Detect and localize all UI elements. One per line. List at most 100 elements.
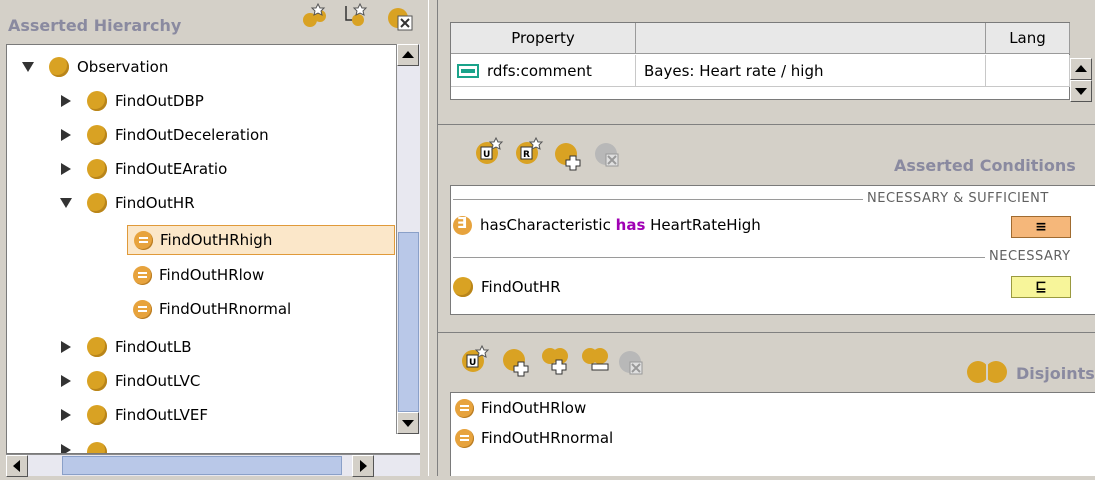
class-icon	[87, 405, 107, 425]
tree-item-label: FindOutLVEF	[115, 406, 209, 424]
scroll-up-button[interactable]	[397, 44, 419, 66]
disjoint-item-findouthrnormal[interactable]: FindOutHRnormal	[455, 423, 613, 453]
conditions-list[interactable]: NECESSARY & SUFFICIENT hasCharacteristic…	[450, 185, 1095, 315]
svg-text:U: U	[469, 358, 476, 368]
arrow-down-icon	[1075, 88, 1087, 95]
add-named-class-icon[interactable]	[554, 142, 584, 172]
tree-item-findoutdbp[interactable]: FindOutDBP	[59, 85, 204, 117]
tree-item-findouthrhigh[interactable]: FindOutHRhigh	[127, 225, 395, 255]
collapsed-arrow-icon[interactable]	[59, 443, 73, 453]
scroll-down-button[interactable]	[1070, 80, 1092, 102]
column-header-lang[interactable]: Lang	[986, 23, 1070, 54]
condition-row-hascharacteristic[interactable]: hasCharacteristic has HeartRateHigh	[453, 210, 761, 240]
property-name: rdfs:comment	[487, 61, 592, 80]
tree-item-findoutdeceleration[interactable]: FindOutDeceleration	[59, 119, 269, 151]
create-sibling-class-icon[interactable]	[340, 2, 368, 28]
collapsed-arrow-icon[interactable]	[59, 162, 73, 176]
create-subclass-icon[interactable]	[300, 2, 328, 28]
tree-vertical-scrollbar[interactable]	[396, 44, 420, 434]
disjoint-item-label: FindOutHRnormal	[481, 429, 614, 447]
expanded-arrow-icon[interactable]	[59, 196, 73, 210]
add-all-siblings-disjoint-icon[interactable]	[540, 346, 572, 378]
section-label-necessary: NECESSARY	[989, 249, 1071, 264]
condition-row-findouthr[interactable]: FindOutHR	[453, 272, 561, 302]
disjoint-classes-icon	[967, 360, 1007, 384]
scroll-right-button[interactable]	[352, 455, 374, 477]
scroll-thumb-horizontal[interactable]	[62, 456, 342, 475]
annotations-table[interactable]: Property Lang rdfs:comment Bayes: Heart …	[450, 22, 1070, 100]
scroll-down-button[interactable]	[397, 412, 419, 434]
tree-item-label: FindOutHRhigh	[160, 231, 273, 249]
tree-item-label: FindOutDeceleration	[115, 126, 269, 144]
condition-label: FindOutHR	[481, 278, 561, 296]
tree-horizontal-scrollbar[interactable]	[6, 454, 420, 477]
tree-item-label: FindOutHRlow	[159, 266, 265, 284]
arrow-up-icon	[1075, 65, 1087, 72]
delete-disjoint-icon	[619, 351, 643, 375]
tree-item-findouteaRatio[interactable]: FindOutEAratio	[59, 153, 227, 185]
scroll-left-button[interactable]	[6, 455, 28, 477]
remove-condition-icon	[595, 143, 619, 167]
split-pane-divider[interactable]	[428, 0, 438, 476]
tree-item-findouthr[interactable]: FindOutHR	[59, 187, 195, 219]
delete-class-icon[interactable]	[386, 6, 414, 32]
defined-class-icon	[455, 428, 474, 448]
tree-item-observation[interactable]: Observation	[21, 51, 168, 83]
defined-class-icon	[455, 398, 474, 418]
tree-item-findoutlb[interactable]: FindOutLB	[59, 331, 192, 363]
tree-item-label: FindOutHR	[115, 194, 195, 212]
tree-item-label: FindOutDBP	[115, 92, 204, 110]
expanded-arrow-icon[interactable]	[21, 60, 35, 74]
disjoints-list[interactable]: FindOutHRlow FindOutHRnormal	[450, 392, 1095, 476]
cell-value[interactable]: Bayes: Heart rate / high	[636, 55, 986, 87]
tree-item-label: Observation	[77, 58, 169, 76]
class-icon	[87, 91, 107, 111]
restriction-property: hasCharacteristic	[480, 216, 611, 234]
class-icon	[49, 57, 69, 77]
tree-item-findouthrnormal[interactable]: FindOutHRnormal	[133, 293, 291, 325]
annotation-property-icon	[457, 63, 479, 78]
equivalent-badge: ≡	[1011, 216, 1071, 238]
subclass-badge: ⊑	[1011, 276, 1071, 298]
scroll-thumb[interactable]	[398, 232, 419, 412]
panel-title-asserted-conditions: Asserted Conditions	[894, 156, 1076, 175]
cell-property[interactable]: rdfs:comment	[451, 55, 636, 87]
collapsed-arrow-icon[interactable]	[59, 374, 73, 388]
exists-restriction-icon	[453, 214, 472, 235]
class-icon	[87, 193, 107, 213]
tree-item-findoutlvc[interactable]: FindOutLVC	[59, 365, 200, 397]
class-tree[interactable]: Observation FindOutDBP FindOutDecelerati…	[6, 44, 420, 454]
disjoint-item-findouthrlow[interactable]: FindOutHRlow	[455, 393, 586, 423]
tree-item-findoutlvef[interactable]: FindOutLVEF	[59, 399, 208, 431]
collapsed-arrow-icon[interactable]	[59, 340, 73, 354]
tree-item-findouthrlow[interactable]: FindOutHRlow	[133, 259, 264, 291]
column-header-property[interactable]: Property	[451, 23, 636, 54]
svg-text:U: U	[483, 150, 490, 160]
cell-lang[interactable]	[986, 55, 1070, 87]
defined-class-icon	[133, 265, 152, 285]
add-disjoint-class-icon[interactable]	[502, 348, 532, 378]
restriction-keyword: has	[615, 216, 646, 234]
defined-class-icon	[134, 230, 153, 250]
create-named-class-condition-icon[interactable]: U	[474, 136, 504, 166]
annotations-scrollbar[interactable]	[1070, 50, 1095, 104]
tree-item-label: FindOutLVC	[115, 372, 201, 390]
class-icon	[87, 371, 107, 391]
arrow-down-icon	[402, 420, 414, 427]
tree-item-partial[interactable]	[59, 435, 115, 453]
separator-line	[453, 257, 985, 258]
svg-text:R: R	[523, 150, 530, 160]
create-disjoint-class-icon[interactable]: U	[460, 344, 490, 374]
disjoint-item-label: FindOutHRlow	[481, 399, 587, 417]
scroll-up-button[interactable]	[1070, 58, 1092, 80]
collapsed-arrow-icon[interactable]	[59, 408, 73, 422]
remove-all-siblings-disjoint-icon[interactable]	[580, 346, 612, 378]
tree-item-label: FindOutEAratio	[115, 160, 228, 178]
arrow-right-icon	[360, 460, 367, 472]
column-header-value[interactable]	[636, 23, 986, 54]
class-icon	[453, 277, 473, 297]
create-restriction-icon[interactable]: R	[514, 136, 544, 166]
collapsed-arrow-icon[interactable]	[59, 128, 73, 142]
section-label-necessary-sufficient: NECESSARY & SUFFICIENT	[867, 191, 1049, 206]
collapsed-arrow-icon[interactable]	[59, 94, 73, 108]
